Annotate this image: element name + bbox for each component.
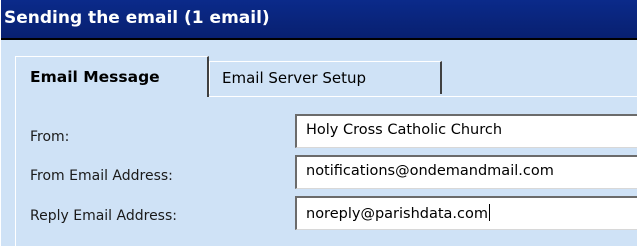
title-bar[interactable]: Sending the email (1 email) [1, 0, 637, 40]
text-caret [489, 204, 491, 221]
from-email-field[interactable]: notifications@ondemandmail.com [295, 155, 637, 189]
from-field-value: Holy Cross Catholic Church [306, 122, 503, 138]
reply-email-label: Reply Email Address: [30, 208, 177, 224]
from-label: From: [30, 129, 70, 145]
from-email-label: From Email Address: [30, 168, 173, 184]
from-email-field-value: notifications@ondemandmail.com [306, 163, 554, 179]
tab-email-message-label: Email Message [30, 68, 160, 86]
dialog-body: Email Message Email Server Setup From: H… [1, 40, 637, 246]
tab-email-server-setup-label: Email Server Setup [222, 69, 367, 87]
dialog-window: Sending the email (1 email) Email Messag… [0, 0, 637, 246]
window-title: Sending the email (1 email) [4, 8, 270, 28]
from-field[interactable]: Holy Cross Catholic Church [295, 114, 637, 148]
reply-email-field[interactable]: noreply@parishdata.com [295, 196, 637, 230]
tab-email-message[interactable]: Email Message [15, 56, 209, 97]
reply-email-field-value: noreply@parishdata.com [306, 206, 489, 222]
tab-email-server-setup[interactable]: Email Server Setup [209, 61, 442, 94]
